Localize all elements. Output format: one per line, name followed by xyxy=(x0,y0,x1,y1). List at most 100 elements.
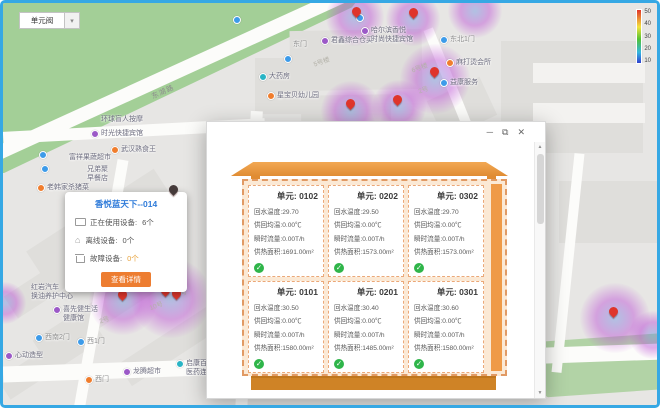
trash-icon xyxy=(75,254,85,263)
flow-rate: 瞬时流量:0.00T/h xyxy=(334,233,398,243)
heat-spot xyxy=(448,3,502,38)
pharmacy-icon xyxy=(176,360,184,368)
faulty-devices-value: 0个 xyxy=(127,253,139,264)
unit-card-0202[interactable]: 单元: 0202 回水温度:29.50 供回均温:0.00℃ 瞬时流量:0.00… xyxy=(328,185,404,277)
gate-icon xyxy=(440,36,448,44)
heating-area: 供热面积:1573.00m² xyxy=(414,246,478,256)
legend-tick: 40 xyxy=(644,21,651,27)
poi-label: 心动造型 xyxy=(5,352,43,361)
status-ok-icon: ✓ xyxy=(414,359,424,369)
flow-rate: 瞬时流量:0.00T/h xyxy=(414,233,478,243)
faulty-devices-row: 故障设备: 0个 xyxy=(73,253,179,264)
unit-card-0302[interactable]: 单元: 0302 回水温度:29.70 供回均温:0.00℃ 瞬时流量:0.00… xyxy=(408,185,484,277)
status-ok-icon: ✓ xyxy=(414,263,424,273)
unit-card-0301[interactable]: 单元: 0301 回水温度:30.60 供回均温:0.00℃ 瞬时流量:0.00… xyxy=(408,281,484,373)
in-use-devices-label: 正在使用设备: xyxy=(90,217,137,228)
poi-label: 东北1门 xyxy=(440,36,475,45)
flow-rate: 瞬时流量:0.00T/h xyxy=(414,329,478,339)
cabinet-base xyxy=(251,376,496,390)
poi-label: 环球盲人按摩 xyxy=(101,116,143,125)
legend-tick: 10 xyxy=(644,58,651,64)
poi-label: 喜先健生活 健康馆 xyxy=(53,306,98,324)
legend-tick: 30 xyxy=(644,34,651,40)
view-details-button[interactable]: 查看详情 xyxy=(101,272,151,287)
cabinet-body: 单元: 0102 回水温度:29.70 供回均温:0.00℃ 瞬时流量:0.00… xyxy=(242,179,507,376)
unit-label: 单元: xyxy=(277,191,297,201)
unit-label: 单元: xyxy=(357,287,377,297)
unit-label: 单元: xyxy=(357,191,377,201)
return-temp: 回水温度:30.60 xyxy=(414,302,478,312)
shop-icon xyxy=(123,368,131,376)
legend-gradient-bar xyxy=(636,9,642,64)
shop-icon xyxy=(5,352,13,360)
parking-icon xyxy=(284,55,292,63)
poi-label: 益康服务 xyxy=(440,79,478,88)
hotel-icon xyxy=(361,27,369,35)
window-controls: ─ ⧉ ✕ xyxy=(487,127,525,137)
poi-label: 大药房 xyxy=(259,73,290,82)
shop-icon xyxy=(53,306,61,314)
avg-temp: 供回均温:0.00℃ xyxy=(414,219,478,229)
layer-dropdown[interactable]: 单元阀 ▾ xyxy=(19,12,80,29)
station-popup: 香悦蓝天下--014 正在使用设备: 6个 ⌂ 离线设备: 0个 故障设备: 0… xyxy=(65,192,187,292)
unit-card-0102[interactable]: 单元: 0102 回水温度:29.70 供回均温:0.00℃ 瞬时流量:0.00… xyxy=(248,185,324,277)
flow-rate: 瞬时流量:0.00T/h xyxy=(334,329,398,339)
kindergarten-icon xyxy=(267,92,275,100)
poi-label: 麻打烫会所 xyxy=(446,59,491,68)
restaurant-icon xyxy=(37,184,45,192)
scroll-down-arrow[interactable]: ▼ xyxy=(535,390,545,396)
poi-label: 西1门 xyxy=(77,338,105,347)
status-ok-icon: ✓ xyxy=(334,359,344,369)
unit-card-0101[interactable]: 单元: 0101 回水温度:30.50 供回均温:0.00℃ 瞬时流量:0.00… xyxy=(248,281,324,373)
offline-devices-label: 离线设备: xyxy=(85,235,117,246)
poi-label: 东门 xyxy=(293,41,307,50)
bus-stop-icon xyxy=(41,165,49,173)
pharmacy-icon xyxy=(259,73,267,81)
unit-number: 0301 xyxy=(459,287,478,297)
heating-area: 供热面积:1580.00m² xyxy=(414,342,478,352)
minimize-button[interactable]: ─ xyxy=(487,127,493,137)
unit-card-0201[interactable]: 单元: 0201 回水温度:30.40 供回均温:0.00℃ 瞬时流量:0.00… xyxy=(328,281,404,373)
temperature-legend: 50 40 30 20 10 xyxy=(636,9,651,64)
return-temp: 回水温度:29.70 xyxy=(414,206,478,216)
map-courtyard xyxy=(533,103,645,123)
avg-temp: 供回均温:0.00℃ xyxy=(254,315,318,325)
cabinet-side-panel xyxy=(491,184,502,371)
gate-icon xyxy=(35,334,43,342)
return-temp: 回水温度:30.40 xyxy=(334,302,398,312)
close-button[interactable]: ✕ xyxy=(517,127,525,137)
offline-devices-value: 0个 xyxy=(123,235,135,246)
avg-temp: 供回均温:0.00℃ xyxy=(334,219,398,229)
poi-label: 兄弟聚 早餐店 xyxy=(87,166,108,184)
avg-temp: 供回均温:0.00℃ xyxy=(414,315,478,325)
bus-stop-icon xyxy=(39,151,47,159)
unit-detail-dialog: ─ ⧉ ✕ 单元: 0102 回水温度:29.70 供回均温:0.00℃ 瞬时流… xyxy=(206,121,546,399)
scroll-up-arrow[interactable]: ▲ xyxy=(535,144,545,150)
layer-dropdown-value[interactable]: 单元阀 xyxy=(19,12,65,29)
poi-label: 富祥果蔬超市 xyxy=(69,154,111,163)
gate-icon xyxy=(77,338,85,346)
heating-area: 供热面积:1691.00m² xyxy=(254,246,318,256)
legend-tick: 50 xyxy=(644,9,651,15)
poi-label: 时光快捷宾馆 xyxy=(91,130,143,139)
hotel-icon xyxy=(91,130,99,138)
app-window: 东湖路 5号楼 6号楼 2号 17号 10号 2号 君鑫综合仓买 哈尔滨香悦 时… xyxy=(0,0,660,408)
poi-label: 星宝贝幼儿园 xyxy=(267,92,319,101)
cabinet-roof xyxy=(231,162,508,176)
restaurant-icon xyxy=(111,146,119,154)
chevron-down-icon[interactable]: ▾ xyxy=(65,12,80,29)
return-temp: 回水温度:29.50 xyxy=(334,206,398,216)
avg-temp: 供回均温:0.00℃ xyxy=(254,219,318,229)
faulty-devices-label: 故障设备: xyxy=(90,253,122,264)
status-ok-icon: ✓ xyxy=(254,359,264,369)
in-use-devices-value: 6个 xyxy=(142,217,154,228)
modal-scrollbar[interactable]: ▲ ▼ xyxy=(534,142,545,398)
return-temp: 回水温度:30.50 xyxy=(254,302,318,312)
legend-ticks: 50 40 30 20 10 xyxy=(644,9,651,64)
maximize-button[interactable]: ⧉ xyxy=(502,127,508,137)
monitor-icon xyxy=(75,218,85,227)
transit-icon xyxy=(233,16,241,24)
in-use-devices-row: 正在使用设备: 6个 xyxy=(73,217,179,228)
poi-label: 西门 xyxy=(85,376,109,385)
scrollbar-thumb[interactable] xyxy=(537,154,544,224)
